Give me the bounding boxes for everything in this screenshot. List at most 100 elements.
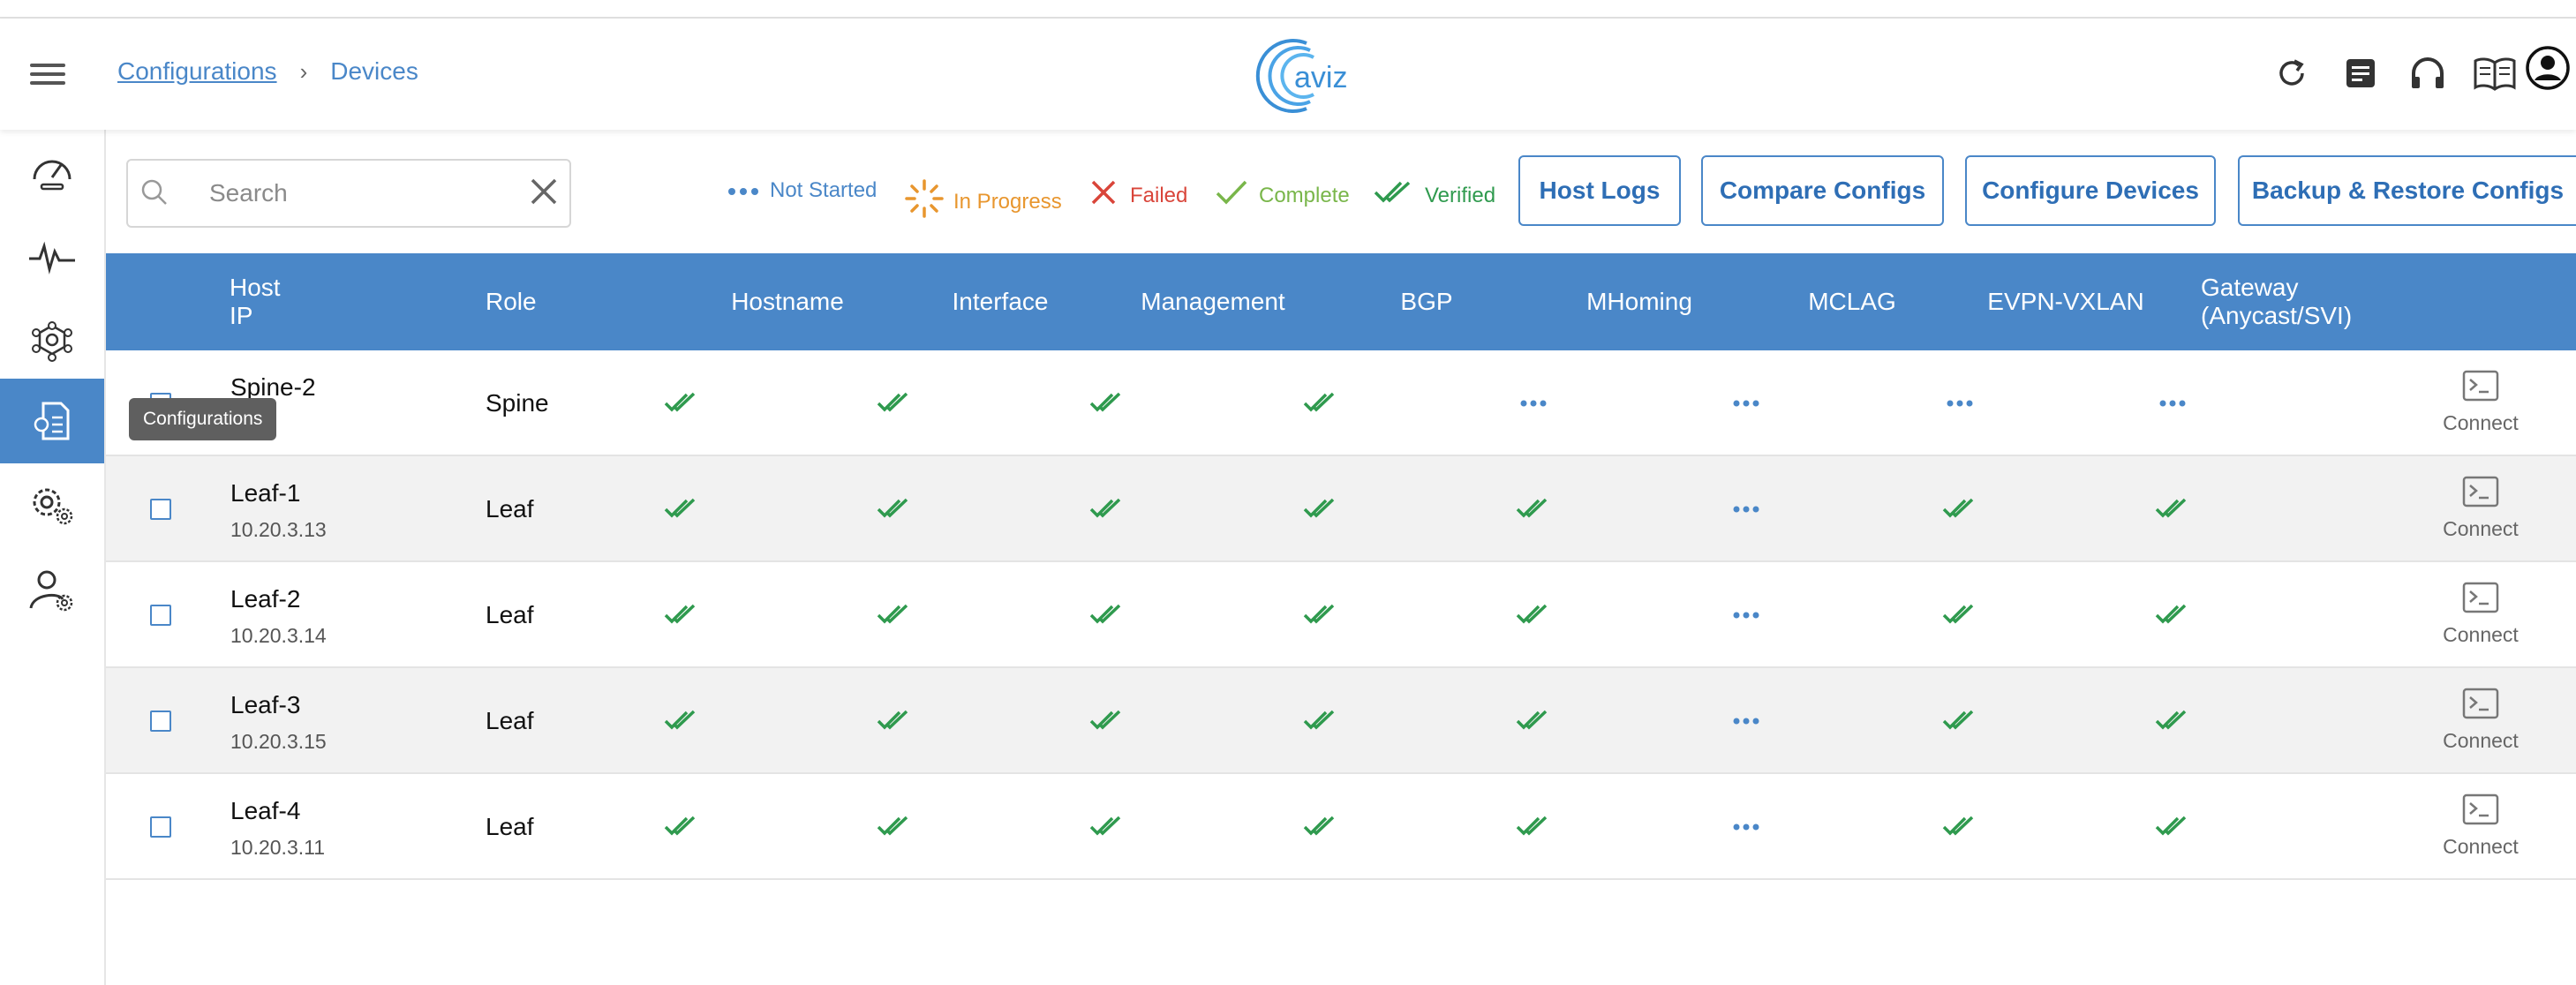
gateway-status-verified-icon bbox=[2150, 599, 2195, 631]
compare-configs-button[interactable]: Compare Configs bbox=[1701, 155, 1944, 226]
header-gateway[interactable]: Gateway (Anycast/SVI) bbox=[2201, 253, 2352, 350]
interface-status-verified-icon bbox=[872, 811, 916, 843]
dashboard-icon[interactable] bbox=[0, 130, 104, 214]
header-host-ip[interactable]: Host IP bbox=[230, 253, 281, 350]
interface-status-verified-icon bbox=[872, 493, 916, 525]
header-interface[interactable]: Interface bbox=[953, 253, 1049, 350]
mhoming-status-not-started-icon bbox=[1511, 387, 1555, 419]
connect-button[interactable]: Connect bbox=[2437, 688, 2525, 753]
table-row: Leaf-1 10.20.3.13 Leaf Connect bbox=[106, 456, 2576, 562]
row-checkbox[interactable] bbox=[150, 605, 171, 626]
not-started-icon bbox=[727, 178, 759, 203]
hamburger-menu-icon[interactable] bbox=[30, 58, 65, 90]
header-hostname[interactable]: Hostname bbox=[731, 253, 844, 350]
refresh-icon[interactable] bbox=[2267, 49, 2316, 98]
connect-label: Connect bbox=[2443, 729, 2519, 752]
bgp-status-verified-icon bbox=[1299, 811, 1343, 843]
interface-status-verified-icon bbox=[872, 387, 916, 419]
svg-text:aviz: aviz bbox=[1294, 61, 1347, 94]
search-icon bbox=[139, 177, 170, 213]
breadcrumb-separator: › bbox=[299, 57, 308, 85]
host-logs-button[interactable]: Host Logs bbox=[1518, 155, 1681, 226]
header-evpn-vxlan[interactable]: EVPN-VXLAN bbox=[1987, 253, 2143, 350]
header-gateway-line2: (Anycast/SVI) bbox=[2201, 302, 2353, 329]
clear-search-icon[interactable] bbox=[527, 175, 561, 213]
evpn-vxlan-status-verified-icon bbox=[1938, 599, 1982, 631]
mhoming-status-verified-icon bbox=[1511, 493, 1555, 525]
verified-icon bbox=[1374, 178, 1414, 213]
connect-button[interactable]: Connect bbox=[2437, 793, 2525, 859]
row-role: Leaf bbox=[486, 601, 534, 628]
header-mhoming[interactable]: MHoming bbox=[1586, 253, 1692, 350]
mclag-status-not-started-icon bbox=[1724, 811, 1768, 843]
management-status-verified-icon bbox=[1085, 811, 1129, 843]
mclag-status-not-started-icon bbox=[1724, 705, 1768, 737]
row-ip: 10.20.3.14 bbox=[230, 624, 327, 647]
search-box bbox=[126, 159, 571, 228]
row-role: Leaf bbox=[486, 813, 534, 840]
table-header: Host IP Role Hostname Interface Manageme… bbox=[106, 253, 2576, 350]
connect-label: Connect bbox=[2443, 517, 2519, 540]
bgp-status-verified-icon bbox=[1299, 599, 1343, 631]
connect-button[interactable]: Connect bbox=[2437, 582, 2525, 647]
connect-button[interactable]: Connect bbox=[2437, 370, 2525, 435]
header-mclag[interactable]: MCLAG bbox=[1808, 253, 1896, 350]
legend-not-started-label: Not Started bbox=[770, 178, 877, 202]
mclag-status-not-started-icon bbox=[1724, 387, 1768, 419]
legend-failed-label: Failed bbox=[1130, 183, 1188, 207]
hostname-status-verified-icon bbox=[659, 387, 704, 419]
row-checkbox[interactable] bbox=[150, 499, 171, 520]
hostname-status-verified-icon bbox=[659, 705, 704, 737]
terminal-icon bbox=[2462, 476, 2499, 511]
breadcrumb-configurations-link[interactable]: Configurations bbox=[117, 57, 277, 86]
backup-restore-configs-button[interactable]: Backup & Restore Configs bbox=[2238, 155, 2576, 226]
row-role: Spine bbox=[486, 389, 549, 417]
row-role: Leaf bbox=[486, 495, 534, 523]
user-account-icon[interactable] bbox=[2523, 43, 2572, 93]
table-row: Leaf-2 10.20.3.14 Leaf Connect bbox=[106, 562, 2576, 668]
header-gateway-line1: Gateway bbox=[2201, 274, 2299, 301]
row-checkbox[interactable] bbox=[150, 711, 171, 732]
header-ip: IP bbox=[230, 302, 253, 329]
hostname-status-verified-icon bbox=[659, 811, 704, 843]
mhoming-status-verified-icon bbox=[1511, 705, 1555, 737]
evpn-vxlan-status-verified-icon bbox=[1938, 493, 1982, 525]
hostname-status-verified-icon bbox=[659, 599, 704, 631]
terminal-icon bbox=[2462, 370, 2499, 405]
gateway-status-verified-icon bbox=[2150, 705, 2195, 737]
mclag-status-not-started-icon bbox=[1724, 493, 1768, 525]
management-status-verified-icon bbox=[1085, 493, 1129, 525]
header-bgp[interactable]: BGP bbox=[1400, 253, 1452, 350]
management-status-verified-icon bbox=[1085, 705, 1129, 737]
legend-not-started: Not Started bbox=[727, 178, 877, 203]
row-checkbox[interactable] bbox=[150, 816, 171, 838]
table-row: Leaf-3 10.20.3.15 Leaf Connect bbox=[106, 668, 2576, 774]
header-role[interactable]: Role bbox=[486, 253, 537, 350]
top-border bbox=[0, 0, 2576, 19]
legend-complete-label: Complete bbox=[1259, 183, 1350, 207]
mclag-status-not-started-icon bbox=[1724, 599, 1768, 631]
user-settings-icon[interactable] bbox=[0, 548, 104, 633]
row-ip: 10.20.3.15 bbox=[230, 730, 327, 753]
headset-icon[interactable] bbox=[2403, 49, 2452, 98]
connect-label: Connect bbox=[2443, 411, 2519, 434]
book-icon[interactable] bbox=[2470, 49, 2520, 98]
header-management[interactable]: Management bbox=[1141, 253, 1284, 350]
pulse-icon[interactable] bbox=[0, 214, 104, 299]
in-progress-icon bbox=[904, 178, 945, 225]
gateway-status-verified-icon bbox=[2150, 811, 2195, 843]
table-row: Spine-23.16SpineConnect bbox=[106, 350, 2576, 456]
configurations-icon[interactable] bbox=[0, 379, 104, 463]
management-status-verified-icon bbox=[1085, 387, 1129, 419]
legend-complete: Complete bbox=[1215, 178, 1350, 213]
gateway-status-verified-icon bbox=[2150, 493, 2195, 525]
legend-verified: Verified bbox=[1374, 178, 1495, 213]
configure-devices-button[interactable]: Configure Devices bbox=[1965, 155, 2216, 226]
row-host: Leaf-4 bbox=[230, 797, 301, 824]
network-icon[interactable] bbox=[0, 299, 104, 384]
sidebar-tooltip: Configurations bbox=[129, 398, 277, 440]
connect-button[interactable]: Connect bbox=[2437, 476, 2525, 541]
search-input[interactable] bbox=[207, 173, 502, 214]
notes-icon[interactable] bbox=[2336, 49, 2385, 98]
settings-icon[interactable] bbox=[0, 463, 104, 548]
